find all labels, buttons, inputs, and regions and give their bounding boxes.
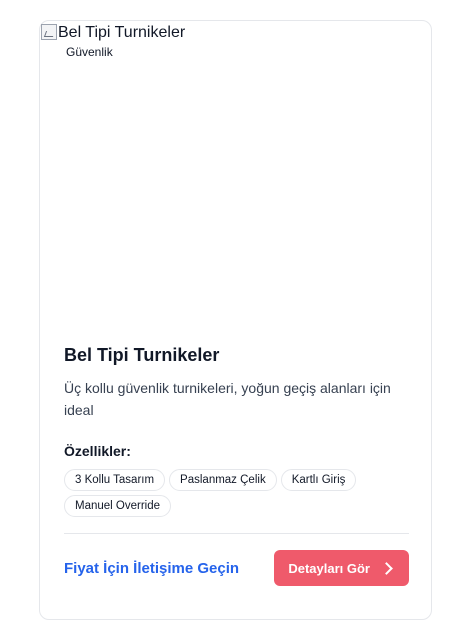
card-footer: Fiyat İçin İletişime Geçin Detayları Gör: [64, 550, 409, 586]
feature-tag: Paslanmaz Çelik: [169, 469, 277, 491]
details-button-label: Detayları Gör: [288, 560, 370, 576]
details-button[interactable]: Detayları Gör: [274, 550, 409, 586]
feature-tag: Manuel Override: [64, 495, 172, 517]
image-alt-text: Bel Tipi Turnikeler: [58, 24, 186, 41]
feature-tag: 3 Kollu Tasarım: [64, 469, 166, 491]
features-list: 3 Kollu Tasarım Paslanmaz Çelik Kartlı G…: [64, 469, 394, 517]
category-badge: Güvenlik: [66, 45, 113, 59]
product-title: Bel Tipi Turnikeler: [64, 345, 220, 365]
feature-tag: Kartlı Giriş: [280, 469, 357, 491]
broken-image-icon: [41, 24, 57, 40]
product-image[interactable]: Bel Tipi Turnikeler Güvenlik: [40, 21, 431, 321]
broken-image: Bel Tipi Turnikeler: [40, 24, 185, 42]
product-description: Üç kollu güvenlik turnikeleri, yoğun geç…: [64, 380, 391, 418]
features-label: Özellikler:: [64, 443, 131, 459]
card-content: Bel Tipi Turnikeler Üç kollu güvenlik tu…: [64, 341, 409, 586]
product-card: Bel Tipi Turnikeler Güvenlik Bel Tipi Tu…: [39, 20, 432, 620]
divider: [64, 533, 409, 534]
chevron-right-icon: [380, 561, 393, 575]
contact-link[interactable]: Fiyat İçin İletişime Geçin: [64, 560, 239, 577]
